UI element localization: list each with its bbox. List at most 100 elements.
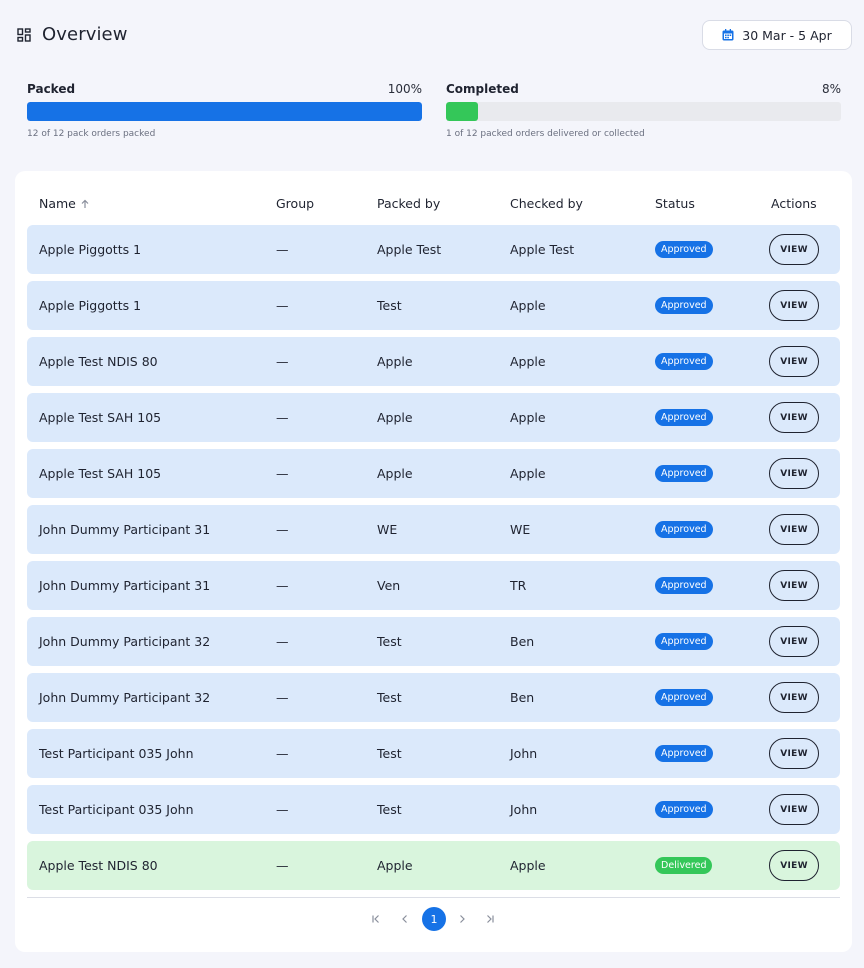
- view-button[interactable]: VIEW: [769, 850, 819, 881]
- sort-arrow-up-icon: [81, 199, 89, 208]
- table-row: Apple Test SAH 105 — Apple Apple Approved VIE…: [27, 393, 840, 442]
- chevron-left-icon: [402, 915, 407, 923]
- table-divider: [27, 897, 840, 898]
- cell-packed-by: Apple: [377, 858, 413, 873]
- calendar-icon: [722, 29, 734, 41]
- previous-page-button[interactable]: [393, 907, 417, 931]
- cell-checked-by: Apple: [510, 298, 546, 313]
- last-page-button[interactable]: [478, 907, 502, 931]
- column-header-checked-by: Checked by: [510, 196, 583, 211]
- cell-checked-by: TR: [510, 578, 527, 593]
- column-header-actions: Actions: [771, 196, 817, 211]
- chevron-right-icon: [460, 915, 465, 923]
- cell-name: John Dummy Participant 31: [39, 522, 211, 537]
- view-button[interactable]: VIEW: [769, 626, 819, 657]
- view-button[interactable]: VIEW: [769, 794, 819, 825]
- cell-group: —: [276, 242, 289, 257]
- view-button[interactable]: VIEW: [769, 738, 819, 769]
- cell-checked-by: Ben: [510, 690, 535, 705]
- view-button[interactable]: VIEW: [769, 402, 819, 433]
- cell-group: —: [276, 858, 289, 873]
- status-badge: Approved: [655, 297, 713, 314]
- completed-subtext: 1 of 12 packed orders delivered or colle…: [446, 129, 645, 139]
- cell-packed-by: Apple: [377, 466, 413, 481]
- completed-progress-track: [446, 102, 841, 121]
- cell-group: —: [276, 354, 289, 369]
- cell-checked-by: Apple: [510, 858, 546, 873]
- cell-group: —: [276, 466, 289, 481]
- cell-packed-by: WE: [377, 522, 398, 537]
- status-badge: Approved: [655, 353, 713, 370]
- view-button[interactable]: VIEW: [769, 458, 819, 489]
- view-button[interactable]: VIEW: [769, 514, 819, 545]
- cell-packed-by: Apple Test: [377, 242, 442, 257]
- status-badge: Approved: [655, 409, 713, 426]
- cell-name: John Dummy Participant 32: [39, 634, 211, 649]
- cell-checked-by: Apple: [510, 410, 546, 425]
- cell-group: —: [276, 802, 289, 817]
- column-header-name[interactable]: Name: [39, 196, 90, 211]
- view-button[interactable]: VIEW: [769, 290, 819, 321]
- cell-packed-by: Apple: [377, 354, 413, 369]
- cell-group: —: [276, 522, 289, 537]
- first-page-button[interactable]: [364, 907, 388, 931]
- table-row: John Dummy Participant 31 — WE WE Approved VI…: [27, 505, 840, 554]
- pagination: 1: [15, 907, 852, 933]
- cell-checked-by: WE: [510, 522, 531, 537]
- dashboard-grid-icon: [17, 28, 31, 42]
- table-row: Apple Piggotts 1 — Test Apple Approved VIEW: [27, 281, 840, 330]
- status-badge: Approved: [655, 241, 713, 258]
- table-row: Apple Test SAH 105 — Apple Apple Approved VIE…: [27, 449, 840, 498]
- cell-name: Test Participant 035 John: [39, 802, 194, 817]
- table-row: Apple Piggotts 1 — Apple Test Apple Test App…: [27, 225, 840, 274]
- cell-checked-by: John: [510, 802, 538, 817]
- cell-name: Apple Test NDIS 80: [39, 354, 158, 369]
- status-badge: Approved: [655, 689, 713, 706]
- cell-packed-by: Ven: [377, 578, 401, 593]
- page-title: Overview: [42, 24, 128, 45]
- table-row: Test Participant 035 John — Test John Approv…: [27, 729, 840, 778]
- view-button[interactable]: VIEW: [769, 234, 819, 265]
- cell-name: Apple Test NDIS 80: [39, 858, 158, 873]
- column-header-packed-by: Packed by: [377, 196, 441, 211]
- next-page-button[interactable]: [450, 907, 474, 931]
- column-header-name-label: Name: [39, 196, 76, 211]
- status-badge: Approved: [655, 465, 713, 482]
- cell-group: —: [276, 578, 289, 593]
- packed-progress-track: [27, 102, 422, 121]
- table-row: Test Participant 035 John — Test John Approv…: [27, 785, 840, 834]
- cell-checked-by: Apple: [510, 354, 546, 369]
- completed-progress: Completed 8% 1 of 12 packed orders deliv…: [446, 82, 841, 139]
- cell-checked-by: Ben: [510, 634, 535, 649]
- cell-packed-by: Test: [377, 746, 402, 761]
- status-badge: Approved: [655, 745, 713, 762]
- first-page-icon: [372, 915, 379, 923]
- cell-name: Apple Piggotts 1: [39, 242, 142, 257]
- cell-packed-by: Test: [377, 802, 402, 817]
- cell-name: Apple Piggotts 1: [39, 298, 142, 313]
- cell-name: Apple Test SAH 105: [39, 466, 162, 481]
- cell-group: —: [276, 298, 289, 313]
- view-button[interactable]: VIEW: [769, 346, 819, 377]
- table-row: John Dummy Participant 31 — Ven TR Approved V…: [27, 561, 840, 610]
- status-badge: Delivered: [655, 857, 713, 874]
- cell-checked-by: John: [510, 746, 538, 761]
- date-range-label: 30 Mar - 5 Apr: [742, 27, 832, 43]
- date-range-button[interactable]: 30 Mar - 5 Apr: [702, 20, 852, 50]
- view-button[interactable]: VIEW: [769, 570, 819, 601]
- view-button[interactable]: VIEW: [769, 682, 819, 713]
- cell-group: —: [276, 690, 289, 705]
- cell-packed-by: Test: [377, 298, 402, 313]
- status-badge: Approved: [655, 801, 713, 818]
- page-button-current[interactable]: 1: [422, 907, 446, 931]
- cell-name: Test Participant 035 John: [39, 746, 194, 761]
- cell-packed-by: Test: [377, 690, 402, 705]
- cell-name: John Dummy Participant 32: [39, 690, 211, 705]
- cell-packed-by: Test: [377, 634, 402, 649]
- column-header-status: Status: [655, 196, 695, 211]
- packed-label: Packed: [27, 82, 76, 96]
- cell-checked-by: Apple Test: [510, 242, 575, 257]
- table-row: John Dummy Participant 32 — Test Ben Approve…: [27, 617, 840, 666]
- cell-group: —: [276, 634, 289, 649]
- packed-progress: Packed 100% 12 of 12 pack orders packed: [27, 82, 422, 139]
